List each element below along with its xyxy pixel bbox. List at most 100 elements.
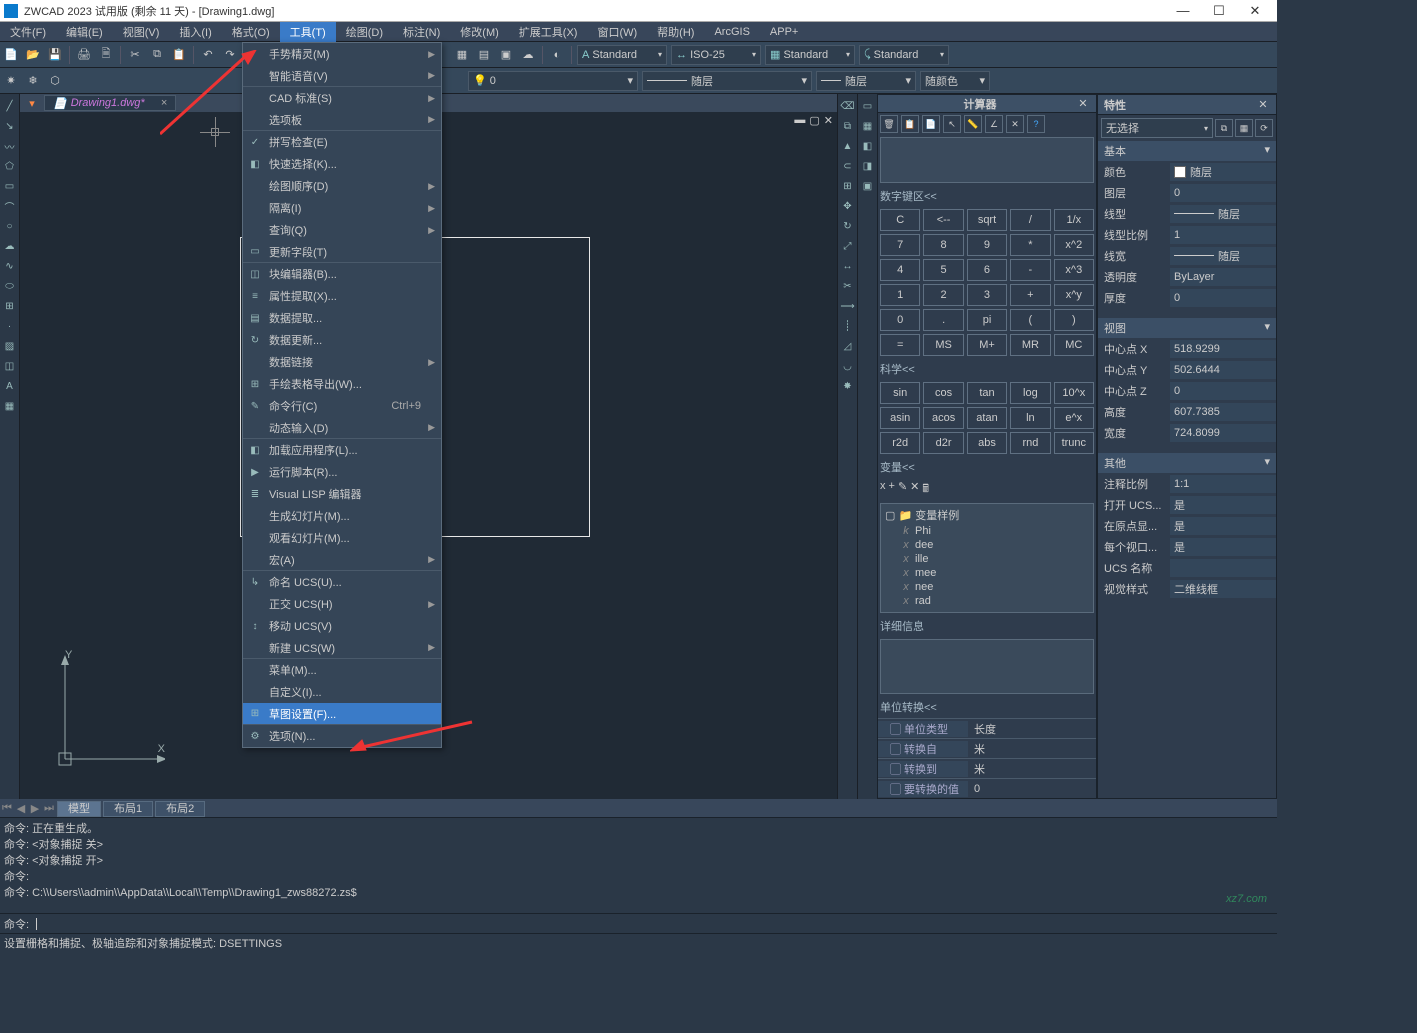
layer-btn[interactable]: ❄ — [23, 71, 43, 91]
layout-tab[interactable]: 布局2 — [155, 801, 205, 817]
tb-icon[interactable]: ▦ — [452, 45, 472, 65]
calc-key[interactable]: 0 — [880, 309, 920, 331]
layer-btn[interactable]: ✷ — [1, 71, 21, 91]
menu-item[interactable]: ↕移动 UCS(V) — [243, 615, 441, 637]
calc-key[interactable]: 2 — [923, 284, 963, 306]
rotate-icon[interactable]: ↻ — [840, 218, 856, 234]
calc-key[interactable]: . — [923, 309, 963, 331]
table-icon[interactable]: ▦ — [2, 398, 18, 414]
calc-key[interactable]: MS — [923, 334, 963, 356]
tb-icon[interactable]: ▣ — [496, 45, 516, 65]
calc-key[interactable]: MR — [1010, 334, 1050, 356]
print-icon[interactable]: 🖨 — [74, 45, 94, 65]
rect-icon[interactable]: ▭ — [2, 178, 18, 194]
menu-item[interactable]: 查询(Q)▶ — [243, 219, 441, 241]
line-icon[interactable]: ╱ — [2, 98, 18, 114]
calc-key[interactable]: x^3 — [1054, 259, 1094, 281]
calc-key[interactable]: 1 — [880, 284, 920, 306]
calc-key[interactable]: trunc — [1054, 432, 1094, 454]
save-icon[interactable]: 💾 — [45, 45, 65, 65]
break-icon[interactable]: ┊ — [840, 318, 856, 334]
ellipse-icon[interactable]: ⬭ — [2, 278, 18, 294]
close-button[interactable]: ✕ — [1237, 3, 1273, 19]
menu-item[interactable]: 正交 UCS(H)▶ — [243, 593, 441, 615]
menu-item[interactable]: 文件(F) — [0, 22, 56, 42]
spline-icon[interactable]: ∿ — [2, 258, 18, 274]
move-icon[interactable]: ✥ — [840, 198, 856, 214]
property-row[interactable]: 颜色随层 — [1098, 161, 1276, 182]
unit-row[interactable]: ▢ 要转换的值0 — [878, 778, 1096, 798]
arc-icon[interactable]: ⌒ — [2, 198, 18, 214]
calc-key[interactable]: x^2 — [1054, 234, 1094, 256]
calc-key[interactable]: 7 — [880, 234, 920, 256]
revcloud-icon[interactable]: ☁ — [2, 238, 18, 254]
panel-close-icon[interactable]: ✕ — [1256, 98, 1270, 111]
calc-btn[interactable]: ∠ — [985, 115, 1003, 133]
property-row[interactable]: 厚度0 — [1098, 287, 1276, 308]
menu-item[interactable]: 帮助(H) — [647, 22, 704, 42]
menu-item[interactable]: 观看幻灯片(M)... — [243, 527, 441, 549]
calc-key[interactable]: / — [1010, 209, 1050, 231]
props-group-header[interactable]: 视图▾ — [1098, 318, 1276, 338]
menu-item[interactable]: 工具(T) — [280, 22, 336, 42]
menu-item[interactable]: 扩展工具(X) — [509, 22, 588, 42]
menu-item[interactable]: 选项板▶ — [243, 109, 441, 131]
menu-item[interactable]: ▭更新字段(T) — [243, 241, 441, 263]
menu-item[interactable]: 格式(O) — [222, 22, 280, 42]
layer-combo[interactable]: 💡 0▾ — [468, 71, 638, 91]
layer-btn[interactable]: ⬡ — [45, 71, 65, 91]
polygon-icon[interactable]: ⬠ — [2, 158, 18, 174]
ray-icon[interactable]: ↘ — [2, 118, 18, 134]
mleader-style-combo[interactable]: ⤹ Standard▾ — [859, 45, 949, 65]
menu-item[interactable]: 视图(V) — [113, 22, 170, 42]
calc-btn[interactable]: ✕ — [1006, 115, 1024, 133]
property-row[interactable]: 线型比例1 — [1098, 224, 1276, 245]
variable-item[interactable]: xdee — [883, 538, 1091, 552]
paste-icon[interactable]: 📋 — [169, 45, 189, 65]
var-btn[interactable]: 🖩 — [922, 480, 929, 499]
calc-key[interactable]: d2r — [923, 432, 963, 454]
menu-item[interactable]: APP+ — [760, 24, 808, 40]
var-btn[interactable]: ✕ — [910, 480, 919, 499]
layer-icon[interactable]: ▦ — [860, 118, 876, 134]
variable-item[interactable]: xille — [883, 552, 1091, 566]
menu-item[interactable]: 编辑(E) — [56, 22, 113, 42]
property-row[interactable]: 中心点 X518.9299 — [1098, 338, 1276, 359]
copy-icon[interactable]: ⧉ — [840, 118, 856, 134]
science-header[interactable]: 科学<< — [878, 358, 1096, 380]
extend-icon[interactable]: ⟶ — [840, 298, 856, 314]
calc-key[interactable]: * — [1010, 234, 1050, 256]
property-row[interactable]: 打开 UCS...是 — [1098, 494, 1276, 515]
layer-icon[interactable]: ◧ — [860, 138, 876, 154]
menu-item[interactable]: ⊞草图设置(F)... — [243, 703, 441, 725]
variable-item[interactable]: kPhi — [883, 524, 1091, 538]
calc-key[interactable]: ln — [1010, 407, 1050, 429]
menu-item[interactable]: ◧加载应用程序(L)... — [243, 439, 441, 461]
calc-key[interactable]: ) — [1054, 309, 1094, 331]
layer-icon[interactable]: ▭ — [860, 98, 876, 114]
circle-icon[interactable]: ○ — [2, 218, 18, 234]
menu-item[interactable]: ◧快速选择(K)... — [243, 153, 441, 175]
calc-key[interactable]: 6 — [967, 259, 1007, 281]
region-icon[interactable]: ◫ — [2, 358, 18, 374]
selection-combo[interactable]: 无选择▾ — [1101, 118, 1213, 138]
calc-display[interactable] — [880, 137, 1094, 183]
layer-icon[interactable]: ◨ — [860, 158, 876, 174]
props-btn[interactable]: ▦ — [1235, 119, 1253, 137]
menu-item[interactable]: ▶运行脚本(R)... — [243, 461, 441, 483]
menu-item[interactable]: 隔离(I)▶ — [243, 197, 441, 219]
property-row[interactable]: 线型随层 — [1098, 203, 1276, 224]
menu-item[interactable]: ↻数据更新... — [243, 329, 441, 351]
redo-icon[interactable]: ↷ — [220, 45, 240, 65]
variable-item[interactable]: xnee — [883, 580, 1091, 594]
menu-item[interactable]: ⚙选项(N)... — [243, 725, 441, 747]
chamfer-icon[interactable]: ◿ — [840, 338, 856, 354]
menu-item[interactable]: 绘图(D) — [336, 22, 393, 42]
property-row[interactable]: 注释比例1:1 — [1098, 473, 1276, 494]
property-row[interactable]: 透明度ByLayer — [1098, 266, 1276, 287]
menu-item[interactable]: ↳命名 UCS(U)... — [243, 571, 441, 593]
property-row[interactable]: 每个视口...是 — [1098, 536, 1276, 557]
calc-key[interactable]: sqrt — [967, 209, 1007, 231]
tb-icon[interactable]: ▤ — [474, 45, 494, 65]
menu-item[interactable]: ⊞手绘表格导出(W)... — [243, 373, 441, 395]
